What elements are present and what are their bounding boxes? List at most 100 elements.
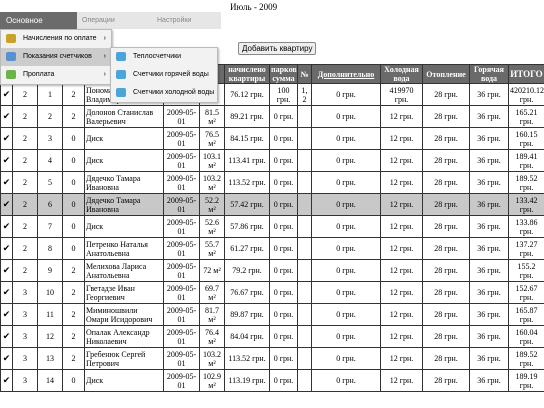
cell-date: 2009-05-01 (163, 215, 200, 238)
tab-operations[interactable]: Операции (82, 12, 115, 29)
cell-extra: 0 грн. (311, 105, 381, 128)
select-checkmark[interactable]: ✔ (0, 193, 13, 216)
page-title: Июль - 2009 (230, 2, 278, 12)
menu-item-meter-readings[interactable]: Показания счетчиков › (1, 48, 111, 66)
tab-main[interactable]: Основное (0, 12, 77, 29)
cell-hot-water: 36 грн. (469, 281, 509, 304)
table-row[interactable]: ✔212Пономаренко Наталья Владимировна76.1… (0, 83, 544, 106)
select-checkmark[interactable]: ✔ (0, 149, 13, 172)
chevron-right-icon: › (103, 35, 106, 42)
menu-item-charges[interactable]: Начисления по оплате › (1, 30, 111, 48)
cell-hot-water: 36 грн. (469, 127, 509, 150)
cell-accrued: 61.27 грн. (224, 237, 270, 260)
cell-apartment: 1 (37, 83, 63, 106)
cell-heating: 28 грн. (422, 127, 470, 150)
cell-rooms: 0 (62, 237, 85, 260)
submenu-item-hot-water[interactable]: Счетчики горячей воды (111, 66, 217, 84)
cell-cold-water: 12 грн. (380, 215, 423, 238)
select-checkmark[interactable]: ✔ (0, 127, 13, 150)
cell-area: 81.7 м² (199, 303, 225, 326)
cell-apartment: 14 (37, 369, 63, 392)
select-checkmark[interactable]: ✔ (0, 171, 13, 194)
cell-building: 2 (12, 149, 38, 172)
header-number: № (297, 64, 312, 84)
extra-link[interactable]: Дополнительно (318, 70, 375, 79)
table-row[interactable]: ✔ 3 13 2 Гребенюк Сергей Петрович 2009-05-01 1… (0, 347, 544, 370)
table-row[interactable]: ✔ 3 12 2 Опалак Александр Николаевич 2009-05-… (0, 325, 544, 348)
cell-total: 189.19 грн. (508, 369, 544, 392)
header-hot-water[interactable]: Горячая вода (469, 64, 509, 84)
table-row[interactable]: ✔ 2 4 0 Диск 2009-05-01 103.1 м² 113.41 грн. 0 г… (0, 149, 544, 172)
cell-total: 133.42 грн. (508, 193, 544, 216)
cell-heating: 28 грн. (422, 237, 470, 260)
add-apartment-button[interactable]: Добавить квартиру (238, 42, 317, 55)
cell-area: 76.5 м² (199, 127, 225, 150)
cell-parking: 0 грн. (269, 369, 298, 392)
cell-number: 1, 2 (297, 83, 312, 106)
cell-building: 2 (12, 259, 38, 282)
header-cold-water[interactable]: Холодная вода (380, 64, 423, 84)
cell-hot-water: 36 грн. (469, 171, 509, 194)
coins-icon (6, 34, 16, 43)
main-dropdown: Начисления по оплате › Показания счетчик… (0, 29, 112, 85)
table-row[interactable]: ✔ 2 3 0 Диск 2009-05-01 76.5 м² 84.15 грн. 0 грн… (0, 127, 544, 150)
cell-apartment: 5 (37, 171, 63, 194)
cell-area: 103.2 м² (199, 347, 225, 370)
select-checkmark[interactable]: ✔ (0, 215, 13, 238)
cell-owner: Мелихова Лариса Анатольевна (84, 259, 164, 282)
cell-accrued: 84.15 грн. (224, 127, 270, 150)
header-accrued[interactable]: начислено квартиры (224, 64, 270, 84)
header-extra[interactable]: Дополнительно (311, 64, 381, 84)
menu-item-payment[interactable]: Проплата › (1, 66, 111, 84)
header-parking[interactable]: парковка сумма (269, 64, 298, 84)
cell-parking: 0 грн. (269, 325, 298, 348)
cell-hot-water: 36 грн. (469, 237, 509, 260)
cell-apartment: 7 (37, 215, 63, 238)
table-row[interactable]: ✔ 2 5 0 Дядечко Тамара Ивановна 2009-05-01 103… (0, 171, 544, 194)
table-row[interactable]: ✔ 2 7 0 Диск 2009-05-01 52.6 м² 57.86 грн. 0 грн… (0, 215, 544, 238)
cell-accrued: 76.67 грн. (224, 281, 270, 304)
cell-accrued: 113.52 грн. (224, 171, 270, 194)
table-row[interactable]: ✔ 3 11 2 Миминошвили Омари Исидорович 2009-05… (0, 303, 544, 326)
cell-total: 189.41 грн. (508, 149, 544, 172)
select-checkmark[interactable]: ✔ (0, 237, 13, 260)
submenu-item-heat-meters[interactable]: Теплосчетчики (111, 48, 217, 66)
cell-extra: 0 грн. (311, 259, 381, 282)
table-row[interactable]: ✔ 2 9 2 Мелихова Лариса Анатольевна 2009-05-0… (0, 259, 544, 282)
table-row[interactable]: ✔ 2 6 0 Дядечко Тамара Ивановна 2009-05-01 52.… (0, 193, 544, 216)
cell-date: 2009-05-01 (163, 303, 200, 326)
select-checkmark[interactable]: ✔ (0, 347, 13, 370)
cell-parking: 100 грн. (269, 83, 298, 106)
cell-area: 103.2 м² (199, 171, 225, 194)
select-checkmark[interactable]: ✔ (0, 325, 13, 348)
cell-date: 2009-05-01 (163, 237, 200, 260)
cell-accrued: 79.2 грн. (224, 259, 270, 282)
table-row[interactable]: ✔ 2 8 0 Петренко Наталья Анатольевна 2009-05-… (0, 237, 544, 260)
cell-parking: 0 грн. (269, 281, 298, 304)
cell-cold-water: 12 грн. (380, 171, 423, 194)
cell-parking: 0 грн. (269, 171, 298, 194)
cell-rooms: 2 (62, 281, 85, 304)
header-heating[interactable]: Отопление (422, 64, 470, 84)
cell-cold-water: 12 грн. (380, 149, 423, 172)
cell-rooms: 0 (62, 215, 85, 238)
table-row[interactable]: ✔ 2 2 2 Долонов Станислав Валерьевич 2009-05-… (0, 105, 544, 128)
submenu-item-cold-water[interactable]: Счетчики холодной воды (111, 84, 217, 102)
chevron-right-icon: › (103, 71, 106, 78)
tab-settings[interactable]: Настройки (157, 12, 191, 29)
cell-date: 2009-05-01 (163, 281, 200, 304)
select-checkmark[interactable]: ✔ (0, 105, 13, 128)
menu-item-label: Показания счетчиков (23, 53, 92, 60)
cell-number (297, 259, 312, 282)
select-checkmark[interactable]: ✔ (0, 281, 13, 304)
table-row[interactable]: ✔ 3 14 0 Диск 2009-05-01 102.9 м² 113.19 грн. 0 … (0, 369, 544, 392)
select-checkmark[interactable]: ✔ (0, 259, 13, 282)
cell-area: 52.2 м² (199, 193, 225, 216)
cell-area: 52.6 м² (199, 215, 225, 238)
cell-owner: Гребенюк Сергей Петрович (84, 347, 164, 370)
select-checkmark[interactable]: ✔ (0, 83, 13, 106)
select-checkmark[interactable]: ✔ (0, 369, 13, 392)
select-checkmark[interactable]: ✔ (0, 303, 13, 326)
cell-rooms: 0 (62, 369, 85, 392)
table-row[interactable]: ✔ 3 10 2 Гветадзе Иван Георгиевич 2009-05-01 6… (0, 281, 544, 304)
